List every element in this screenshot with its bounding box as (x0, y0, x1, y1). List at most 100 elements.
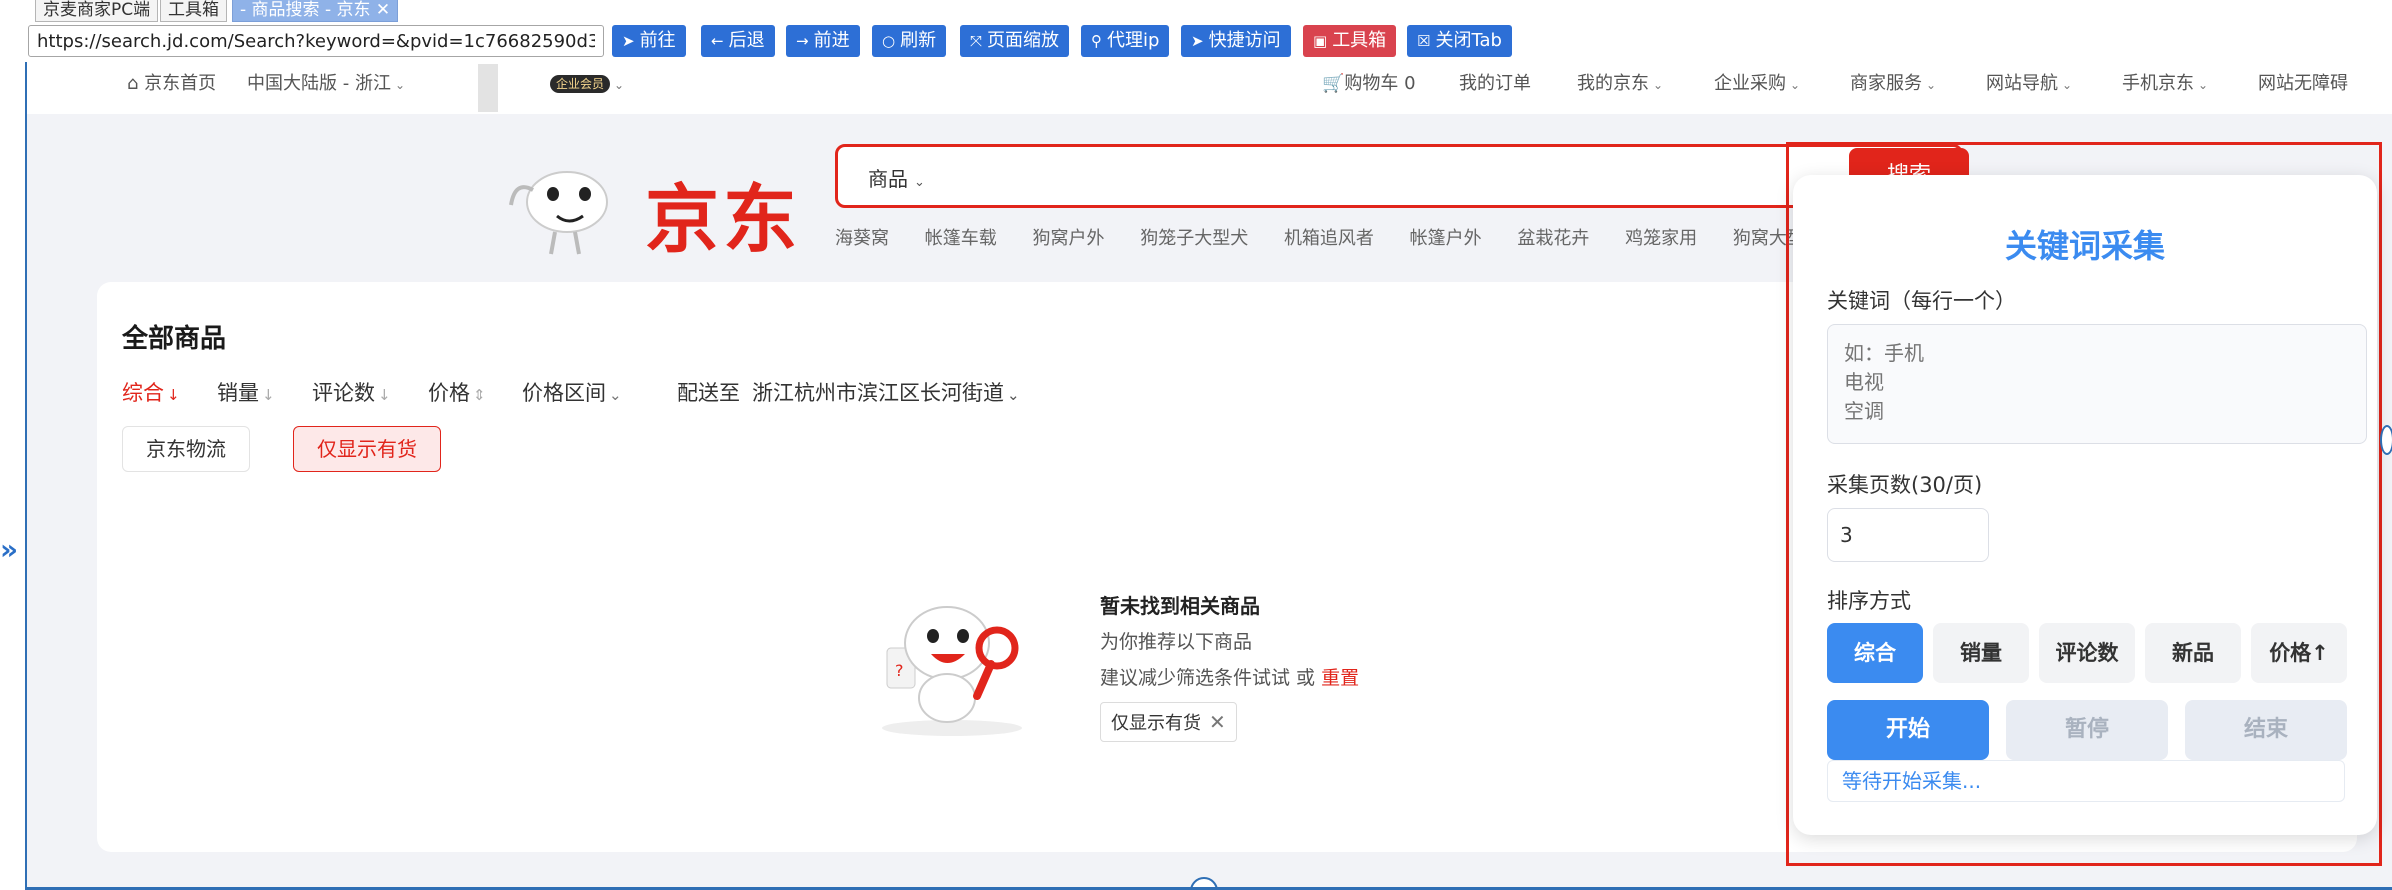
quick-access-button[interactable]: ➤ 快捷访问 (1181, 25, 1291, 57)
sort-option-comprehensive[interactable]: 综合 (1827, 623, 1923, 683)
region-select[interactable]: 中国大陆版 - 浙江 ⌄ (247, 62, 405, 107)
refresh-icon: ○ (882, 32, 896, 50)
sort-price[interactable]: 价格 ⇕ (428, 377, 486, 407)
reset-link[interactable]: 重置 (1321, 667, 1359, 689)
sort-sales[interactable]: 销量 ↓ (217, 377, 275, 407)
jd-logistics-filter[interactable]: 京东物流 (122, 426, 250, 472)
chevron-down-icon: ⌄ (1007, 386, 1020, 404)
hotword[interactable]: 机箱追风者 (1284, 228, 1374, 249)
close-tab-button[interactable]: ☒ 关闭Tab (1407, 25, 1512, 57)
toolbox-icon: ▣ (1313, 32, 1328, 50)
expand-sidebar-icon[interactable]: » (0, 535, 18, 565)
enterprise-link[interactable]: 企业采购 ⌄ (1714, 62, 1800, 107)
filter-tag-label: 仅显示有货 (1111, 713, 1201, 734)
accessibility-link[interactable]: 网站无障碍 (2258, 62, 2348, 106)
hotword[interactable]: 盆栽花卉 (1517, 228, 1589, 249)
tab-toolbox[interactable]: 工具箱 (160, 0, 227, 22)
url-input[interactable] (28, 25, 604, 57)
zoom-icon: ⤧ (970, 32, 983, 50)
price-range-select[interactable]: 价格区间 ⌄ (522, 377, 622, 407)
search-category-select[interactable]: 商品 ⌄ (868, 163, 925, 192)
send-icon: ➤ (622, 32, 635, 50)
proxy-button[interactable]: ⚲ 代理ip (1081, 25, 1170, 57)
browser-tabbar: 京麦商家PC端 工具箱 - 商品搜索 - 京东 ✕ (0, 0, 2392, 22)
panel-title: 关键词采集 (2004, 227, 2165, 265)
active-filter-tag[interactable]: 仅显示有货 ✕ (1100, 702, 1237, 742)
arrow-down-icon: ↓ (378, 386, 391, 404)
browser-toolbar: ➤前往 ←后退 →前进 ○刷新 ⤧页面缩放 ⚲代理ip ➤快捷访问 ▣工具箱 ☒… (0, 22, 2392, 62)
arrow-left-icon: ← (711, 32, 724, 50)
hotword[interactable]: 帐篷车载 (925, 228, 997, 249)
sitenav-link[interactable]: 网站导航 ⌄ (1986, 62, 2072, 107)
sort-label: 排序方式 (1827, 589, 1911, 613)
mobile-label: 手机京东 (2122, 73, 2194, 94)
orders-link[interactable]: 我的订单 (1459, 62, 1531, 106)
myjd-link[interactable]: 我的京东 ⌄ (1577, 62, 1663, 107)
sort-comments[interactable]: 评论数 ↓ (312, 377, 391, 407)
start-button[interactable]: 开始 (1827, 700, 1989, 760)
arrow-down-icon: ↓ (262, 386, 275, 404)
empty-title: 暂未找到相关商品 (1100, 594, 1260, 618)
sort-option-new[interactable]: 新品 (2145, 623, 2241, 683)
sort-label: 评论数 (312, 381, 375, 405)
forward-button[interactable]: → 前进 (786, 25, 860, 57)
sitenav-label: 网站导航 (1986, 73, 2058, 94)
deliver-address: 浙江杭州市滨江区长河街道 (752, 381, 1004, 405)
jd-home-link[interactable]: ⌂ 京东首页 (127, 62, 216, 106)
sort-option-sales[interactable]: 销量 (1933, 623, 2029, 683)
chevron-down-icon: ⌄ (1653, 78, 1664, 92)
stop-button[interactable]: 结束 (2185, 700, 2347, 760)
in-stock-filter[interactable]: 仅显示有货 (293, 426, 441, 472)
chevron-down-icon: ⌄ (2062, 78, 2073, 92)
vip-badge-wrap[interactable]: 企业会员 ⌄ (550, 62, 624, 107)
empty-mascot-icon: ? (882, 606, 1022, 736)
home-label: 京东首页 (144, 73, 217, 94)
hotword[interactable]: 狗窝户外 (1032, 228, 1104, 249)
panel-resize-handle[interactable] (2380, 425, 2392, 455)
sort-label: 销量 (217, 381, 259, 405)
location-pin-icon: ⚲ (1091, 32, 1102, 50)
arrow-right-icon: → (796, 32, 809, 50)
refresh-button[interactable]: ○ 刷新 (872, 25, 947, 57)
sort-comprehensive[interactable]: 综合 ↓ (122, 377, 180, 407)
hotword[interactable]: 狗笼子大型犬 (1140, 228, 1248, 249)
cart-link[interactable]: 🛒购物车 0 (1322, 62, 1416, 106)
tab-jd-search[interactable]: - 商品搜索 - 京东 ✕ (232, 0, 399, 22)
toolbox-button[interactable]: ▣ 工具箱 (1303, 25, 1397, 57)
go-button[interactable]: ➤ 前往 (612, 25, 686, 57)
chevron-down-icon: ⌄ (609, 386, 622, 404)
vip-badge: 企业会员 (550, 75, 611, 93)
back-button[interactable]: ← 后退 (701, 25, 775, 57)
back-label: 后退 (728, 30, 765, 51)
keyword-textarea[interactable] (1827, 324, 2367, 444)
empty-hint: 建议减少筛选条件试试 或 重置 (1100, 663, 1359, 690)
tab-jingmai[interactable]: 京麦商家PC端 (35, 0, 159, 22)
avatar[interactable] (460, 64, 552, 112)
merchant-link[interactable]: 商家服务 ⌄ (1850, 62, 1936, 107)
jd-top-nav: ⌂ 京东首页 中国大陆版 - 浙江 ⌄ 企业会员 ⌄ 🛒购物车 0 我的订单 我的京… (27, 62, 2392, 114)
hotword[interactable]: 海葵窝 (835, 228, 889, 249)
sort-option-price-asc[interactable]: 价格↑ (2251, 623, 2347, 683)
chevron-down-icon: ⌄ (394, 78, 406, 92)
arrow-down-icon: ↓ (167, 386, 180, 404)
svg-text:?: ? (895, 661, 904, 680)
refresh-label: 刷新 (900, 30, 937, 51)
quick-access-label: 快捷访问 (1208, 30, 1281, 51)
proxy-label: 代理ip (1107, 30, 1160, 51)
sort-option-comments[interactable]: 评论数 (2039, 623, 2135, 683)
close-icon[interactable]: ✕ (1209, 710, 1226, 734)
keyword-label: 关键词（每行一个） (1827, 289, 2016, 313)
zoom-button[interactable]: ⤧ 页面缩放 (960, 25, 1070, 57)
resize-handle[interactable] (1190, 877, 1218, 887)
jd-logo[interactable]: 京东 (505, 150, 805, 270)
hotword[interactable]: 鸡笼家用 (1625, 228, 1697, 249)
sort-label: 价格区间 (522, 381, 606, 405)
forward-label: 前进 (813, 30, 850, 51)
navigation-icon: ➤ (1191, 32, 1204, 50)
mobile-jd-link[interactable]: 手机京东 ⌄ (2122, 62, 2208, 107)
pages-input[interactable] (1827, 508, 1989, 562)
hotword[interactable]: 帐篷户外 (1410, 228, 1482, 249)
pause-button[interactable]: 暂停 (2006, 700, 2168, 760)
hot-search-words: 海葵窝 帐篷车载 狗窝户外 狗笼子大型犬 机箱追风者 帐篷户外 盆栽花卉 鸡笼家… (835, 224, 1853, 250)
deliver-address-select[interactable]: 浙江杭州市滨江区长河街道 ⌄ (752, 377, 1020, 407)
